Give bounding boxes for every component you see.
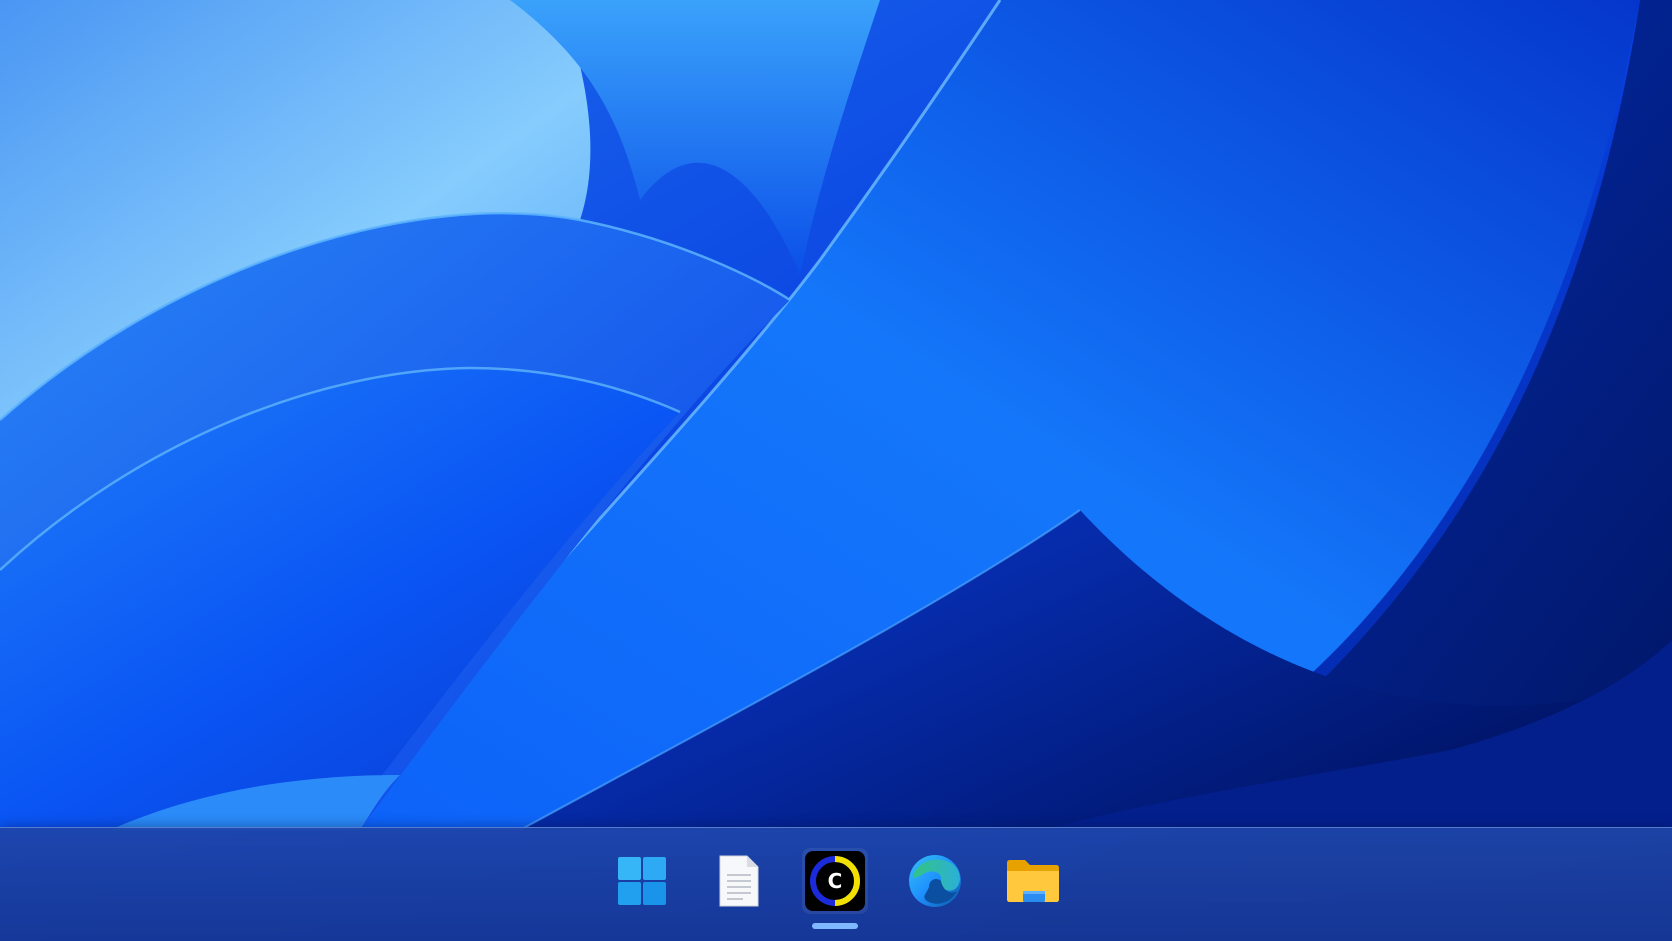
letter-c-app-icon: C: [805, 851, 865, 911]
windows-start-icon: [618, 857, 666, 905]
desktop: C: [0, 0, 1672, 941]
running-indicator: [812, 923, 858, 929]
file-explorer-button[interactable]: [1000, 848, 1066, 914]
document-icon: [719, 855, 759, 907]
notepad-button[interactable]: [706, 848, 772, 914]
edge-browser-icon: [909, 855, 961, 907]
wallpaper: [0, 0, 1672, 941]
start-button[interactable]: [609, 848, 675, 914]
edge-button[interactable]: [902, 848, 968, 914]
folder-icon: [1007, 860, 1059, 902]
taskbar: C: [0, 827, 1672, 941]
app-c-glyph: C: [828, 869, 843, 893]
app-c-button[interactable]: C: [802, 848, 868, 914]
